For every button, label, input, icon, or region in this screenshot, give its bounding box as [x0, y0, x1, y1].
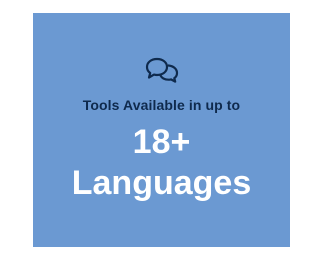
languages-label: Languages [71, 164, 252, 202]
language-count: 18+ [132, 123, 191, 161]
languages-feature-card: Tools Available in up to 18+ Languages [33, 13, 290, 247]
card-subtitle: Tools Available in up to [82, 97, 241, 113]
chat-bubbles-icon [144, 57, 180, 83]
